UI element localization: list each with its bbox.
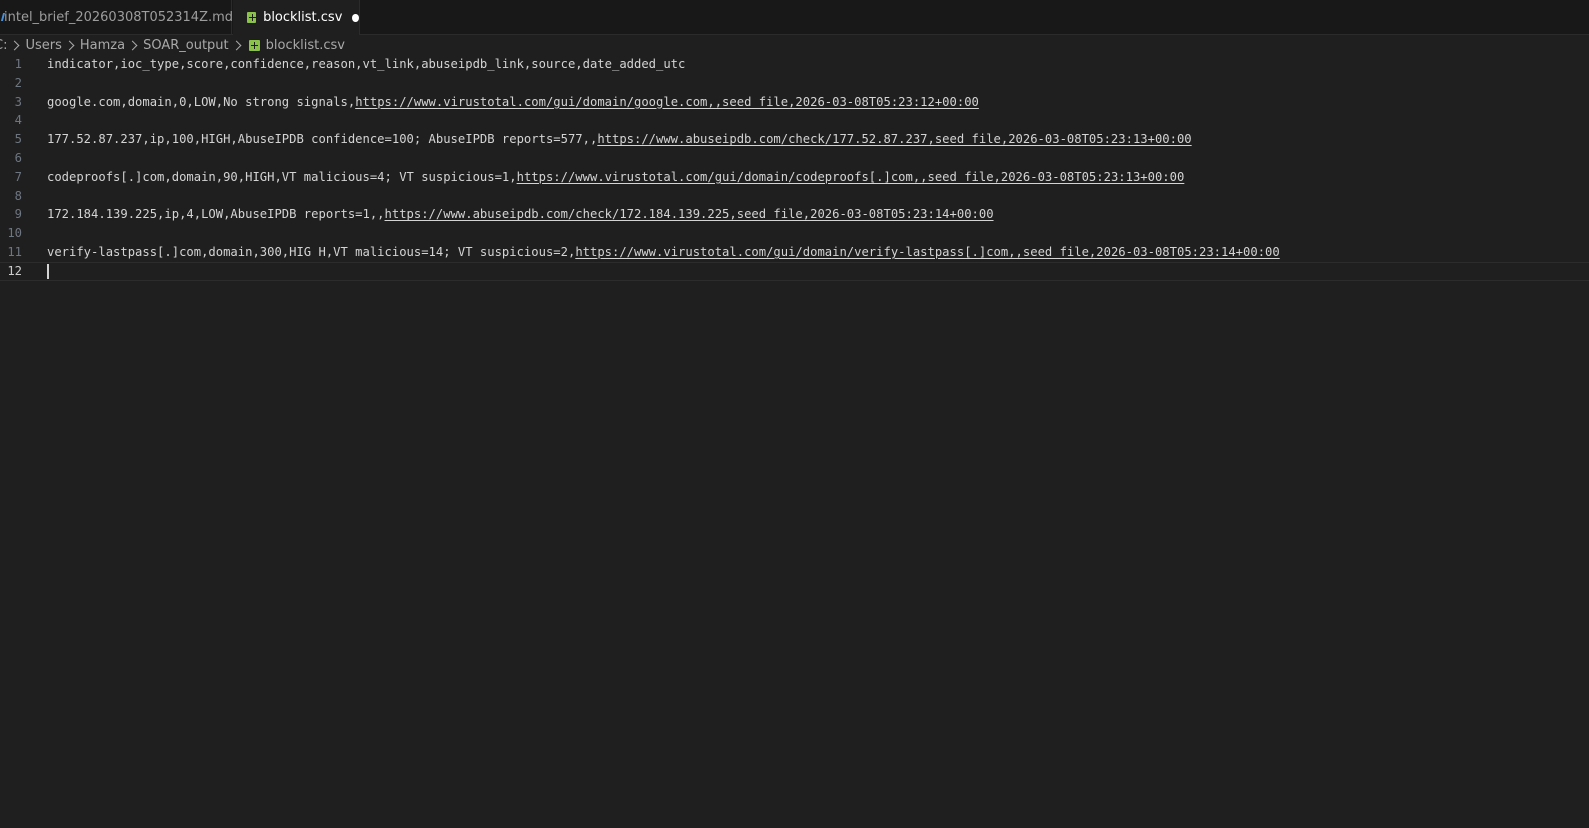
line-number: 2: [14, 75, 22, 90]
breadcrumb-drive[interactable]: C:: [0, 38, 7, 53]
line-text: verify-lastpass[.]com,domain,300,HIG H,V…: [47, 244, 576, 259]
line-number: 7: [14, 169, 22, 184]
editor-line[interactable]: 10: [0, 224, 1589, 243]
chevron-right-icon: [127, 40, 138, 50]
line-content[interactable]: 177.52.87.237,ip,100,HIGH,AbuseIPDB conf…: [47, 130, 1192, 149]
line-number: 3: [14, 94, 22, 109]
breadcrumb-users[interactable]: Users: [25, 38, 61, 53]
line-number: 1: [14, 57, 22, 71]
line-number: 12: [7, 263, 22, 278]
line-number: 11: [7, 244, 22, 259]
url-link[interactable]: https://www.virustotal.com/gui/domain/go…: [355, 95, 979, 109]
editor-line[interactable]: 4: [0, 111, 1589, 130]
editor-line[interactable]: 6: [0, 149, 1589, 168]
csv-file-icon: [248, 39, 260, 51]
breadcrumb-file[interactable]: blocklist.csv: [266, 38, 345, 53]
code-editor[interactable]: 1 indicator,ioc_type,score,confidence,rea…: [0, 55, 1589, 281]
editor-line[interactable]: 3 google.com,domain,0,LOW,No strong signa…: [0, 93, 1589, 112]
line-number: 9: [14, 207, 22, 222]
line-number: 5: [14, 132, 22, 147]
editor-line[interactable]: 1 indicator,ioc_type,score,confidence,rea…: [0, 55, 1589, 74]
line-text: 177.52.87.237,ip,100,HIGH,AbuseIPDB conf…: [47, 132, 598, 147]
tab-blocklist-csv[interactable]: blocklist.csv: [233, 0, 360, 35]
editor-tab-bar: intel_brief_20260308T052314Z.md blocklis…: [0, 0, 1589, 35]
line-number: 10: [7, 226, 22, 241]
url-link[interactable]: https://www.abuseipdb.com/check/172.184.…: [385, 207, 994, 221]
line-number: 4: [14, 113, 22, 128]
breadcrumb-hamza[interactable]: Hamza: [80, 38, 125, 53]
editor-line[interactable]: 12: [0, 262, 1589, 281]
line-content[interactable]: verify-lastpass[.]com,domain,300,HIG H,V…: [47, 243, 1280, 262]
url-link[interactable]: https://www.virustotal.com/gui/domain/ve…: [575, 245, 1279, 259]
line-text: codeproofs[.]com,domain,90,HIGH,VT malic…: [47, 169, 517, 184]
line-number: 8: [14, 188, 22, 203]
url-link[interactable]: https://www.virustotal.com/gui/domain/co…: [517, 170, 1185, 184]
unsaved-changes-dot-icon[interactable]: [352, 13, 359, 22]
line-content[interactable]: codeproofs[.]com,domain,90,HIGH,VT malic…: [47, 168, 1184, 187]
editor-line[interactable]: 11 verify-lastpass[.]com,domain,300,HIG H…: [0, 243, 1589, 262]
line-number: 6: [14, 150, 22, 165]
chevron-right-icon: [64, 40, 75, 50]
line-text: 172.184.139.225,ip,4,LOW,AbuseIPDB repor…: [47, 207, 385, 222]
line-content[interactable]: indicator,ioc_type,score,confidence,reas…: [47, 55, 685, 74]
tab-label: intel_brief_20260308T052314Z.md: [4, 9, 234, 25]
editor-line[interactable]: 9 172.184.139.225,ip,4,LOW,AbuseIPDB repo…: [0, 205, 1589, 224]
chevron-right-icon: [231, 40, 242, 50]
editor-line[interactable]: 5 177.52.87.237,ip,100,HIGH,AbuseIPDB con…: [0, 130, 1589, 149]
breadcrumb-soar-output[interactable]: SOAR_output: [143, 38, 229, 53]
editor-line[interactable]: 7 codeproofs[.]com,domain,90,HIGH,VT mali…: [0, 168, 1589, 187]
line-text: indicator,ioc_type,score,confidence,reas…: [47, 57, 686, 71]
line-content[interactable]: google.com,domain,0,LOW,No strong signal…: [47, 93, 979, 112]
line-content[interactable]: 172.184.139.225,ip,4,LOW,AbuseIPDB repor…: [47, 205, 994, 224]
breadcrumb: C: Users Hamza SOAR_output blocklist.csv: [0, 35, 345, 55]
text-cursor: [47, 263, 49, 279]
editor-line[interactable]: 8: [0, 187, 1589, 206]
editor-line[interactable]: 2: [0, 74, 1589, 93]
chevron-right-icon: [10, 40, 20, 50]
csv-file-icon: [247, 12, 257, 23]
tab-label: blocklist.csv: [263, 10, 343, 25]
line-text: google.com,domain,0,LOW,No strong signal…: [47, 94, 356, 109]
tab-intel-brief[interactable]: intel_brief_20260308T052314Z.md: [0, 0, 234, 34]
url-link[interactable]: https://www.abuseipdb.com/check/177.52.8…: [597, 132, 1191, 146]
